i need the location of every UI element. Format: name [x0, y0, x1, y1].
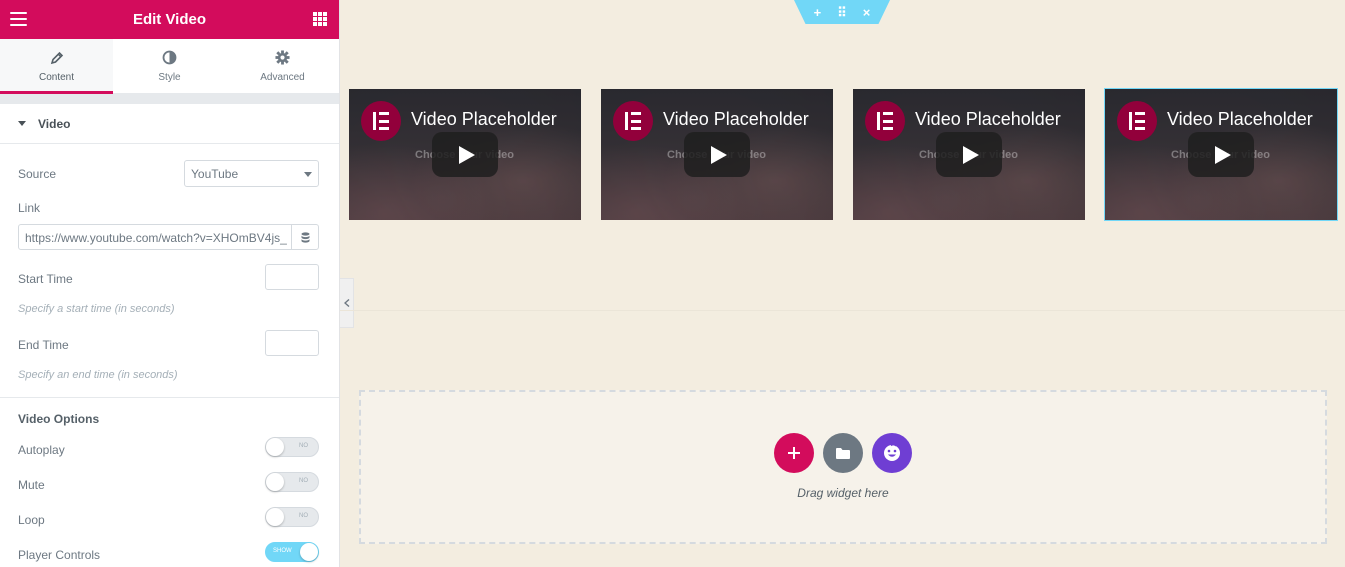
video-title: Video Placeholder [915, 109, 1061, 129]
play-button[interactable] [1188, 132, 1254, 177]
pencil-icon [50, 50, 64, 66]
player-controls-label: Player Controls [18, 548, 101, 562]
add-section-icon[interactable]: + [814, 6, 822, 19]
smiley-icon [884, 443, 900, 461]
divider [0, 397, 339, 398]
video-widget[interactable]: Video Placeholder Choose your video [601, 89, 833, 220]
panel-collapse-handle[interactable] [340, 278, 354, 328]
link-input[interactable]: https://www.youtube.com/watch?v=XHOmBV4j… [18, 224, 319, 250]
tab-label: Advanced [260, 71, 305, 83]
play-button[interactable] [936, 132, 1002, 177]
chevron-left-icon [343, 299, 349, 307]
play-icon [1215, 145, 1231, 164]
mute-label: Mute [18, 478, 45, 492]
add-template-button[interactable] [823, 433, 863, 473]
plus-icon [788, 447, 800, 459]
video-title: Video Placeholder [663, 109, 809, 129]
end-time-label: End Time [18, 338, 69, 352]
section-video-toggle[interactable]: Video [0, 104, 339, 144]
play-icon [963, 145, 979, 164]
autoplay-control: Autoplay NO [18, 437, 319, 457]
switch-state: NO [299, 443, 308, 449]
source-select[interactable]: YouTube [184, 160, 319, 187]
switch-knob [266, 473, 284, 491]
source-label: Source [18, 167, 57, 181]
link-label: Link [18, 201, 41, 215]
editor-panel: Edit Video Content Style Advanced Video [0, 0, 340, 567]
widgets-grid-icon[interactable] [313, 12, 327, 26]
video-widget[interactable]: Video Placeholder Choose your video [853, 89, 1085, 220]
elementor-logo-icon [865, 101, 905, 141]
end-time-input[interactable] [265, 330, 319, 356]
switch-knob [266, 508, 284, 526]
tab-content[interactable]: Content [0, 39, 113, 94]
start-time-label: Start Time [18, 272, 73, 286]
mute-control: Mute NO [18, 472, 319, 492]
panel-header: Edit Video [0, 0, 339, 39]
switch-knob [300, 543, 318, 561]
video-title: Video Placeholder [411, 109, 557, 129]
contrast-icon [162, 50, 177, 66]
start-time-control: Start Time [18, 264, 319, 290]
add-section-dropzone[interactable]: Drag widget here [359, 390, 1327, 544]
play-button[interactable] [432, 132, 498, 177]
play-icon [459, 145, 475, 164]
gear-icon [275, 50, 290, 66]
dropdown-arrow-icon [304, 172, 312, 177]
section-title: Video [38, 116, 71, 131]
tab-label: Style [158, 71, 181, 83]
tab-label: Content [38, 71, 75, 83]
add-new-section-button[interactable] [774, 433, 814, 473]
switch-state: SHOW [273, 548, 292, 554]
dynamic-tags-icon[interactable] [291, 225, 318, 249]
end-time-hint: Specify an end time (in seconds) [18, 369, 178, 381]
elementor-logo-icon [361, 101, 401, 141]
caret-down-icon [18, 121, 26, 126]
delete-section-icon[interactable]: × [863, 6, 871, 19]
start-time-input[interactable] [265, 264, 319, 290]
autoplay-label: Autoplay [18, 443, 65, 457]
switch-state: NO [299, 513, 308, 519]
tab-advanced[interactable]: Advanced [226, 39, 339, 93]
player-controls-control: Player Controls SHOW [18, 542, 319, 562]
loop-switch[interactable]: NO [265, 507, 319, 527]
video-options-heading: Video Options [18, 412, 100, 426]
elementor-logo-icon [1117, 101, 1157, 141]
emoji-addon-button[interactable] [872, 433, 912, 473]
section-divider [340, 310, 1345, 311]
panel-spacer [0, 94, 339, 104]
panel-tabs: Content Style Advanced [0, 39, 339, 94]
folder-icon [836, 447, 850, 459]
start-time-hint: Specify a start time (in seconds) [18, 303, 175, 315]
player-controls-switch[interactable]: SHOW [265, 542, 319, 562]
video-widget[interactable]: Video Placeholder Choose your video [349, 89, 581, 220]
link-control: Link [18, 201, 319, 215]
menu-icon[interactable] [10, 12, 27, 26]
panel-title: Edit Video [132, 11, 207, 28]
loop-control: Loop NO [18, 507, 319, 527]
end-time-control: End Time [18, 330, 319, 356]
section-handle: + ⠿ × [794, 0, 890, 24]
play-button[interactable] [684, 132, 750, 177]
switch-knob [266, 438, 284, 456]
mute-switch[interactable]: NO [265, 472, 319, 492]
source-value: YouTube [191, 167, 239, 181]
loop-label: Loop [18, 513, 45, 527]
elementor-logo-icon [613, 101, 653, 141]
drag-section-icon[interactable]: ⠿ [837, 6, 847, 19]
source-control: Source YouTube [18, 160, 319, 187]
tab-style[interactable]: Style [113, 39, 226, 93]
autoplay-switch[interactable]: NO [265, 437, 319, 457]
link-value: https://www.youtube.com/watch?v=XHOmBV4j… [25, 231, 287, 245]
video-controls: Source YouTube Link https://www.youtube.… [0, 144, 339, 564]
video-title: Video Placeholder [1167, 109, 1313, 129]
video-widget-selected[interactable]: Video Placeholder Choose your video [1104, 88, 1338, 221]
switch-state: NO [299, 478, 308, 484]
dropzone-hint: Drag widget here [797, 486, 889, 500]
play-icon [711, 145, 727, 164]
